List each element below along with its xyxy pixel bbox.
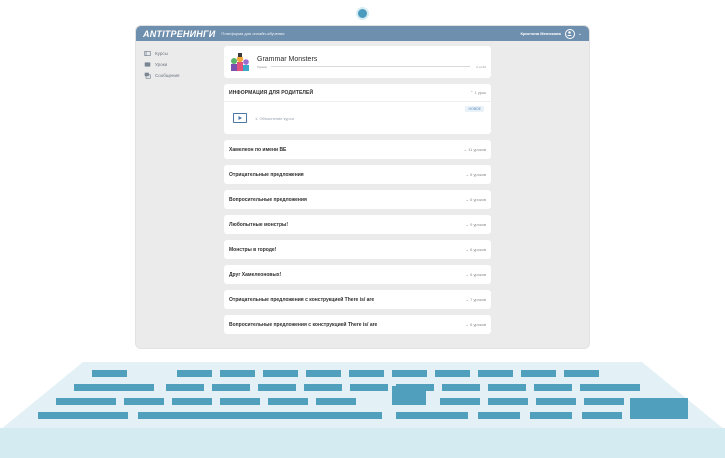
course-card[interactable]: Grammar Monsters Уроков 0 из 60: [224, 46, 491, 78]
section-meta: ⌄ 9 уроков: [465, 222, 486, 227]
main-content: Grammar Monsters Уроков 0 из 60 ИНФОРМАЦ…: [224, 46, 491, 340]
section-title: ИНФОРМАЦИЯ ДЛЯ РОДИТЕЛЕЙ: [229, 89, 314, 96]
sidebar: Курсы Уроки Сообщения: [144, 48, 214, 81]
section-meta: ⌄ 6 уроков: [465, 322, 486, 327]
section-row[interactable]: Отрицательные предложения с конструкцией…: [224, 290, 491, 309]
progress-label: Уроков: [257, 64, 267, 69]
section-row[interactable]: Монстры в городе! ⌄ 6 уроков: [224, 240, 491, 259]
section-row[interactable]: Вопросительные предложения с конструкцие…: [224, 315, 491, 334]
sidebar-item-messages[interactable]: Сообщения: [144, 70, 214, 81]
section-meta: ⌄ 6 уроков: [465, 172, 486, 177]
lesson-link[interactable]: 1. Объяснение курса: [255, 116, 294, 121]
new-badge: НОВОЕ: [465, 106, 484, 112]
section-meta: ⌄ 6 уроков: [465, 272, 486, 277]
chevron-down-icon[interactable]: ⌄: [578, 31, 582, 37]
section-row[interactable]: Друг Хамелеоновых! ⌄ 6 уроков: [224, 265, 491, 284]
section-row[interactable]: Отрицательные предложения ⌄ 6 уроков: [224, 165, 491, 184]
section-meta: ⌄ 11 уроков: [463, 147, 486, 152]
top-bar: ANTITРЕНИНГИ Платформа для онлайн-обучен…: [136, 26, 589, 41]
lessons-icon: [144, 62, 151, 67]
user-name[interactable]: Кристина Мелюкова: [521, 31, 561, 36]
section-meta: ⌃ 1 урок: [470, 90, 486, 95]
section-title: Любопытные монстры!: [229, 221, 288, 228]
sidebar-item-label: Курсы: [155, 51, 168, 56]
section-title: Вопросительные предложения: [229, 196, 307, 203]
section-title: Вопросительные предложения с конструкцие…: [229, 321, 378, 328]
section-title: Монстры в городе!: [229, 246, 277, 253]
progress-count: 0 из 60: [476, 64, 486, 69]
section-expanded: ИНФОРМАЦИЯ ДЛЯ РОДИТЕЛЕЙ ⌃ 1 урок 1. Объ…: [224, 84, 491, 134]
tagline: Платформа для онлайн-обучения: [221, 31, 285, 36]
section-title: Отрицательные предложения с конструкцией…: [229, 296, 375, 303]
section-title: Хамелеон по имени BE: [229, 146, 287, 153]
courses-icon: [144, 51, 151, 56]
laptop-screen: ANTITРЕНИНГИ Платформа для онлайн-обучен…: [135, 25, 590, 349]
progress-bar: [270, 66, 471, 67]
section-row[interactable]: Любопытные монстры! ⌄ 9 уроков: [224, 215, 491, 234]
course-illustration: [229, 51, 251, 73]
section-meta: ⌄ 6 уроков: [465, 247, 486, 252]
section-meta: ⌄ 6 уроков: [465, 197, 486, 202]
logo[interactable]: ANTITРЕНИНГИ: [143, 29, 215, 39]
section-title: Отрицательные предложения: [229, 171, 304, 178]
section-meta: ⌄ 7 уроков: [465, 297, 486, 302]
messages-icon: [144, 72, 151, 79]
webcam-dot: [358, 9, 367, 18]
sidebar-item-label: Уроки: [155, 62, 168, 67]
section-row[interactable]: Хамелеон по имени BE ⌄ 11 уроков: [224, 140, 491, 159]
laptop-keyboard: [0, 362, 725, 458]
sidebar-item-label: Сообщения: [155, 73, 180, 78]
section-title: Друг Хамелеоновых!: [229, 271, 282, 278]
sidebar-item-courses[interactable]: Курсы: [144, 48, 214, 59]
section-header[interactable]: ИНФОРМАЦИЯ ДЛЯ РОДИТЕЛЕЙ ⌃ 1 урок: [224, 84, 491, 101]
video-icon[interactable]: [233, 113, 247, 123]
section-row[interactable]: Вопросительные предложения ⌄ 6 уроков: [224, 190, 491, 209]
course-title: Grammar Monsters: [257, 55, 318, 63]
sidebar-item-lessons[interactable]: Уроки: [144, 59, 214, 70]
user-circle-icon[interactable]: [564, 28, 575, 39]
